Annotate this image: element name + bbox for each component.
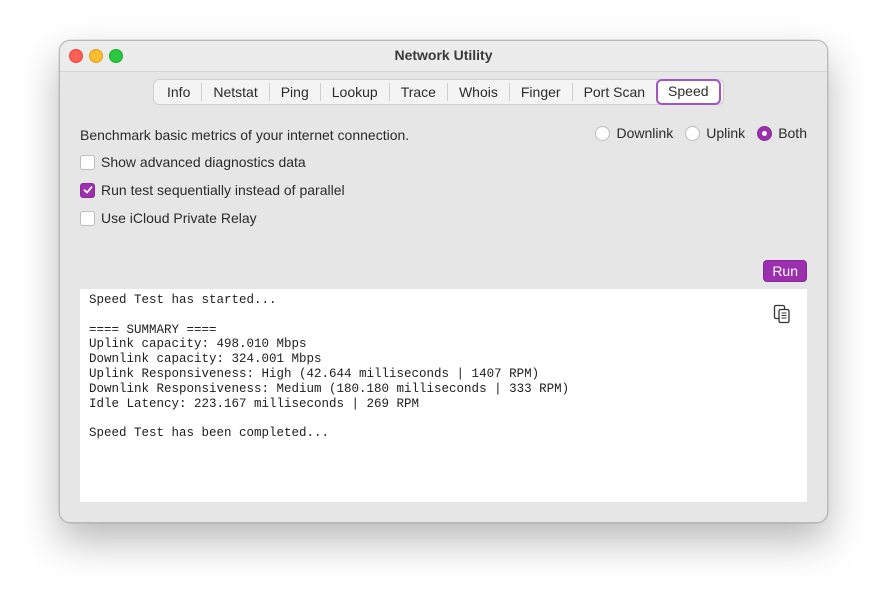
checkbox-icloud-relay[interactable]: Use iCloud Private Relay <box>80 210 257 226</box>
radio-button-indicator[interactable] <box>757 125 773 141</box>
copy-icon[interactable] <box>773 304 791 324</box>
tab-netstat[interactable]: Netstat <box>202 83 270 101</box>
checkbox-advanced-diagnostics[interactable]: Show advanced diagnostics data <box>80 154 306 170</box>
tab-lookup[interactable]: Lookup <box>321 83 390 101</box>
radio-label: Both <box>778 125 807 141</box>
checkbox-label: Run test sequentially instead of paralle… <box>101 182 345 198</box>
radio-label: Uplink <box>706 125 746 141</box>
checkbox-box[interactable] <box>80 210 95 226</box>
title-bar: Network Utility <box>60 41 827 72</box>
checkbox-box[interactable] <box>80 154 95 170</box>
radio-uplink[interactable]: Uplink <box>685 125 745 141</box>
output-line: Uplink Responsiveness: High (42.644 mill… <box>89 366 540 381</box>
radio-label: Downlink <box>616 125 674 141</box>
checkbox-label: Show advanced diagnostics data <box>101 154 306 170</box>
output-line: Uplink capacity: 498.010 Mbps <box>89 337 307 352</box>
tab-bar: Info Netstat Ping Lookup Trace Whois Fin… <box>153 79 724 105</box>
radio-downlink[interactable]: Downlink <box>595 125 673 141</box>
tab-finger[interactable]: Finger <box>510 83 573 101</box>
checkbox-box[interactable] <box>80 182 95 198</box>
network-utility-window: Network Utility Info Netstat Ping Lookup… <box>59 40 828 523</box>
output-line: Speed Test has been completed... <box>89 426 330 441</box>
checkmark-icon <box>83 186 92 194</box>
output-line: ==== SUMMARY ==== <box>89 322 217 337</box>
output-lines: Speed Test has started... ==== SUMMARY =… <box>80 289 807 441</box>
output-line: Downlink Responsiveness: Medium (180.180… <box>89 381 570 396</box>
tab-ping[interactable]: Ping <box>270 83 321 101</box>
checkbox-label: Use iCloud Private Relay <box>101 210 257 226</box>
tab-info[interactable]: Info <box>156 83 203 101</box>
tab-whois[interactable]: Whois <box>448 83 510 101</box>
tab-trace[interactable]: Trace <box>390 83 448 101</box>
run-button[interactable]: Run <box>763 260 807 282</box>
radio-button-indicator[interactable] <box>595 125 611 141</box>
output-text-area[interactable]: Speed Test has started... ==== SUMMARY =… <box>80 289 807 502</box>
output-line: Downlink capacity: 324.001 Mbps <box>89 352 322 367</box>
output-line: Speed Test has started... <box>89 293 277 307</box>
tab-port-scan[interactable]: Port Scan <box>573 83 656 101</box>
tab-speed[interactable]: Speed <box>656 79 721 105</box>
radio-button-indicator[interactable] <box>685 125 701 141</box>
output-line: Idle Latency: 223.167 milliseconds | 269… <box>89 396 420 411</box>
description-text: Benchmark basic metrics of your internet… <box>80 127 410 143</box>
window-title: Network Utility <box>394 47 493 63</box>
direction-radio-group: Downlink Uplink Both <box>583 125 807 141</box>
checkbox-run-sequentially[interactable]: Run test sequentially instead of paralle… <box>80 182 345 198</box>
radio-both[interactable]: Both <box>757 125 807 141</box>
